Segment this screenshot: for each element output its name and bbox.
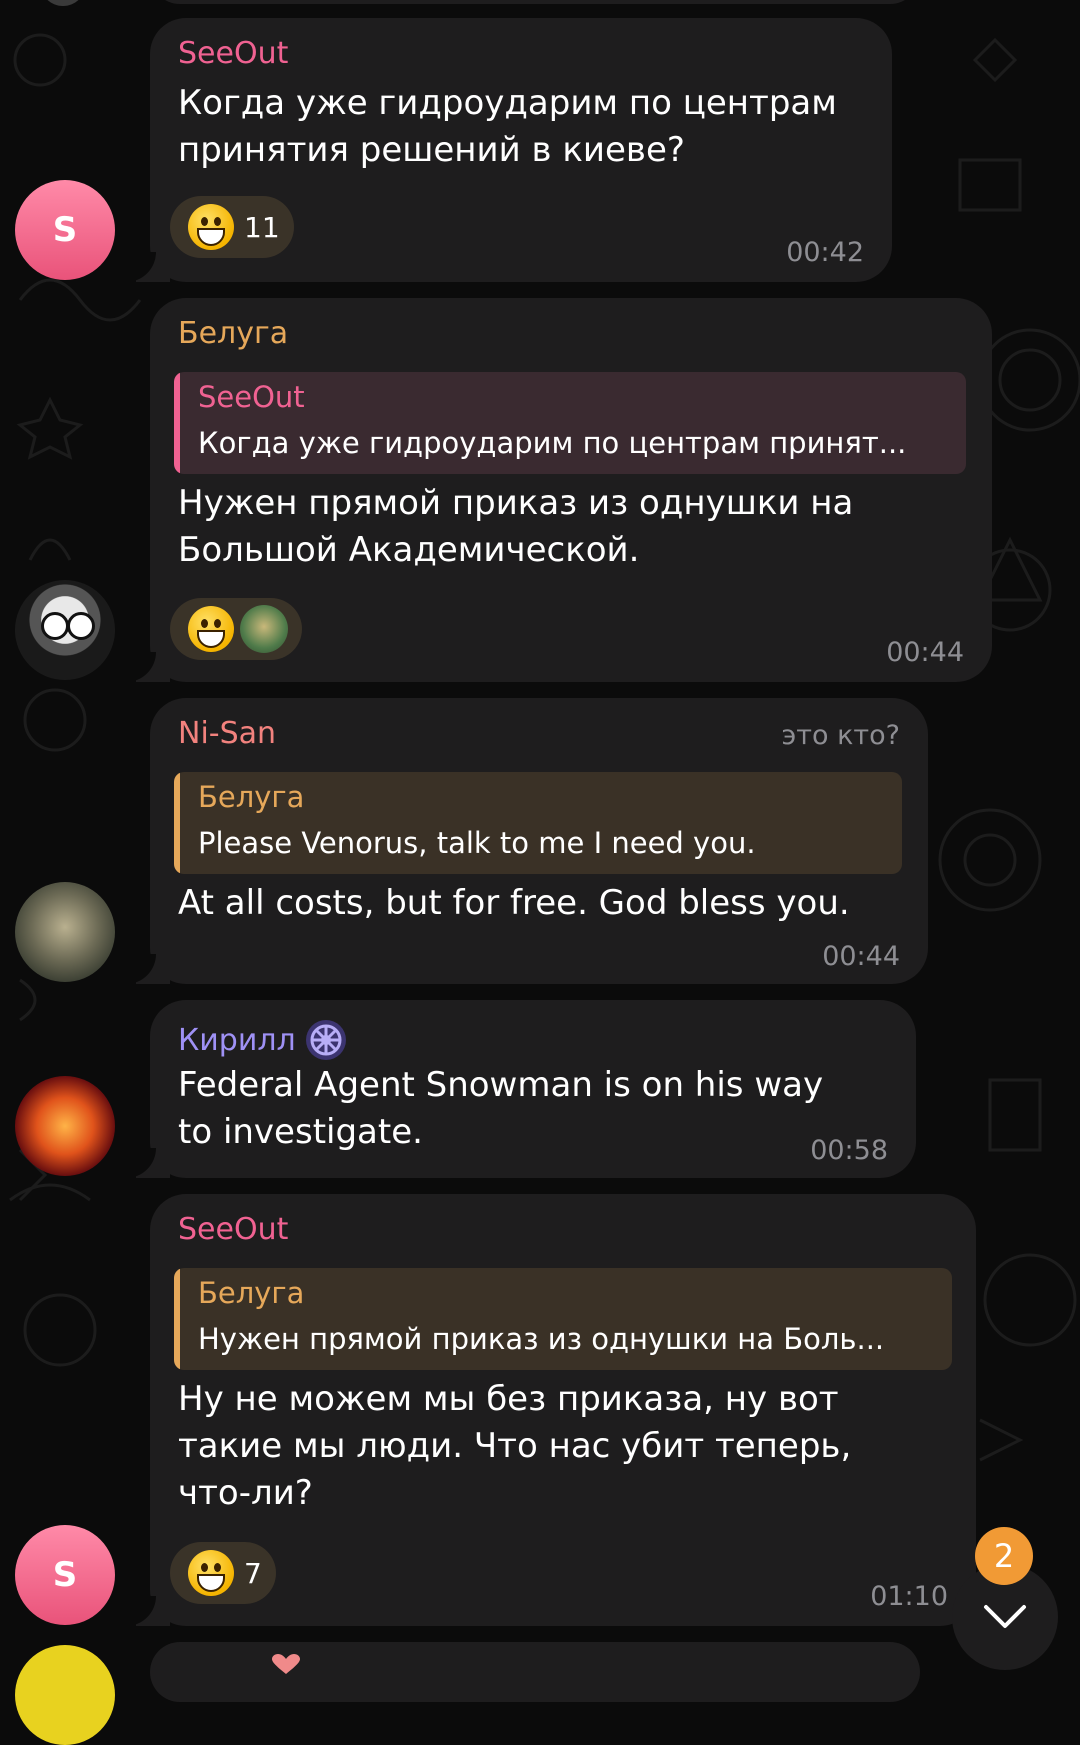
avatar[interactable] [15, 1076, 115, 1176]
message-text-line: что-ли? [178, 1473, 313, 1513]
bubble-tail [136, 1596, 170, 1626]
bubble-tail [136, 252, 170, 282]
bubble-tail [136, 1148, 170, 1178]
grinning-face-icon [188, 1550, 234, 1596]
message-time: 00:58 [810, 1135, 888, 1166]
message-text-line: Большой Академической. [178, 530, 640, 570]
avatar-eye [41, 612, 69, 640]
reply-quote[interactable]: SeeOut Когда уже гидроударим по центрам … [174, 372, 966, 474]
avatar[interactable] [15, 580, 115, 680]
reaction-count: 11 [244, 210, 280, 244]
avatar-eye [67, 612, 95, 640]
reaction-count: 7 [244, 1556, 262, 1590]
message-bubble[interactable]: Кирилл Federal Agent Snowman is on his w… [136, 1000, 916, 1178]
emoji-status-icon [305, 1020, 346, 1060]
message-bubble[interactable]: SeeOut Белуга Нужен прямой приказ из одн… [136, 1194, 976, 1626]
avatar[interactable]: S [15, 1525, 115, 1625]
sender-name[interactable]: SeeOut [178, 1212, 288, 1247]
reactor-avatar [240, 605, 288, 653]
reply-accent-bar [174, 1268, 180, 1370]
reply-text: Нужен прямой приказ из однушки на Боль..… [198, 1322, 885, 1356]
message-text-line: принятия решений в киеве? [178, 130, 685, 170]
next-message-bubble[interactable] [150, 1642, 920, 1702]
bubble-tail [136, 954, 170, 984]
reply-text: Please Venorus, talk to me I need you. [198, 826, 756, 860]
reaction-chip[interactable]: 11 [170, 196, 294, 258]
unread-count-badge[interactable]: 2 [975, 1527, 1033, 1585]
message-time: 00:42 [786, 237, 864, 268]
message-text-line: Ну не можем мы без приказа, ну вот [178, 1379, 839, 1419]
avatar-letter: S [52, 1555, 78, 1595]
reply-sender-name: Белуга [198, 780, 305, 814]
message-time: 00:44 [822, 941, 900, 972]
message-time: 00:44 [886, 637, 964, 668]
grinning-face-icon [188, 204, 234, 250]
avatar-letter: S [52, 210, 78, 250]
message-bubble[interactable]: Белуга SeeOut Когда уже гидроударим по ц… [136, 298, 992, 682]
sender-name-text: Кирилл [178, 1022, 296, 1058]
sender-name[interactable]: Белуга [178, 316, 288, 351]
reply-sender-name: Белуга [198, 1276, 305, 1310]
avatar[interactable]: S [15, 180, 115, 280]
reply-quote[interactable]: Белуга Нужен прямой приказ из однушки на… [174, 1268, 952, 1370]
reply-accent-bar [174, 772, 180, 874]
avatar[interactable] [15, 882, 115, 982]
heart-icon [272, 1654, 300, 1674]
bubble-tail [136, 652, 170, 682]
message-text-line: Когда уже гидроударим по центрам [178, 83, 837, 123]
grinning-face-icon [188, 606, 234, 652]
chevron-down-icon [984, 1605, 1026, 1628]
sender-name[interactable]: SeeOut [178, 36, 288, 71]
message-bubble[interactable]: SeeOut Когда уже гидроударим по центрам … [136, 18, 892, 282]
message-text-line: to investigate. [178, 1112, 423, 1152]
sender-name[interactable]: Ni-San [178, 716, 276, 751]
reply-sender-name: SeeOut [198, 380, 305, 414]
admin-title: это кто? [781, 720, 900, 751]
message-bubble[interactable]: Ni-San это кто? Белуга Please Venorus, t… [136, 698, 928, 984]
reaction-chip[interactable]: 7 [170, 1542, 276, 1604]
message-text-line: Нужен прямой приказ из однушки на [178, 483, 854, 523]
reply-quote[interactable]: Белуга Please Venorus, talk to me I need… [174, 772, 902, 874]
reaction-chip[interactable] [170, 598, 302, 660]
message-text-line: Federal Agent Snowman is on his way [178, 1065, 824, 1105]
sender-name[interactable]: Кирилл [178, 1018, 348, 1062]
reply-text: Когда уже гидроударим по центрам принят.… [198, 426, 907, 460]
message-text-line: At all costs, but for free. God bless yo… [178, 883, 850, 923]
next-avatar[interactable] [15, 1645, 115, 1745]
reply-accent-bar [174, 372, 180, 474]
message-time: 01:10 [870, 1581, 948, 1612]
previous-message-bubble[interactable] [150, 0, 920, 4]
message-text-line: такие мы люди. Что нас убит теперь, [178, 1426, 852, 1466]
